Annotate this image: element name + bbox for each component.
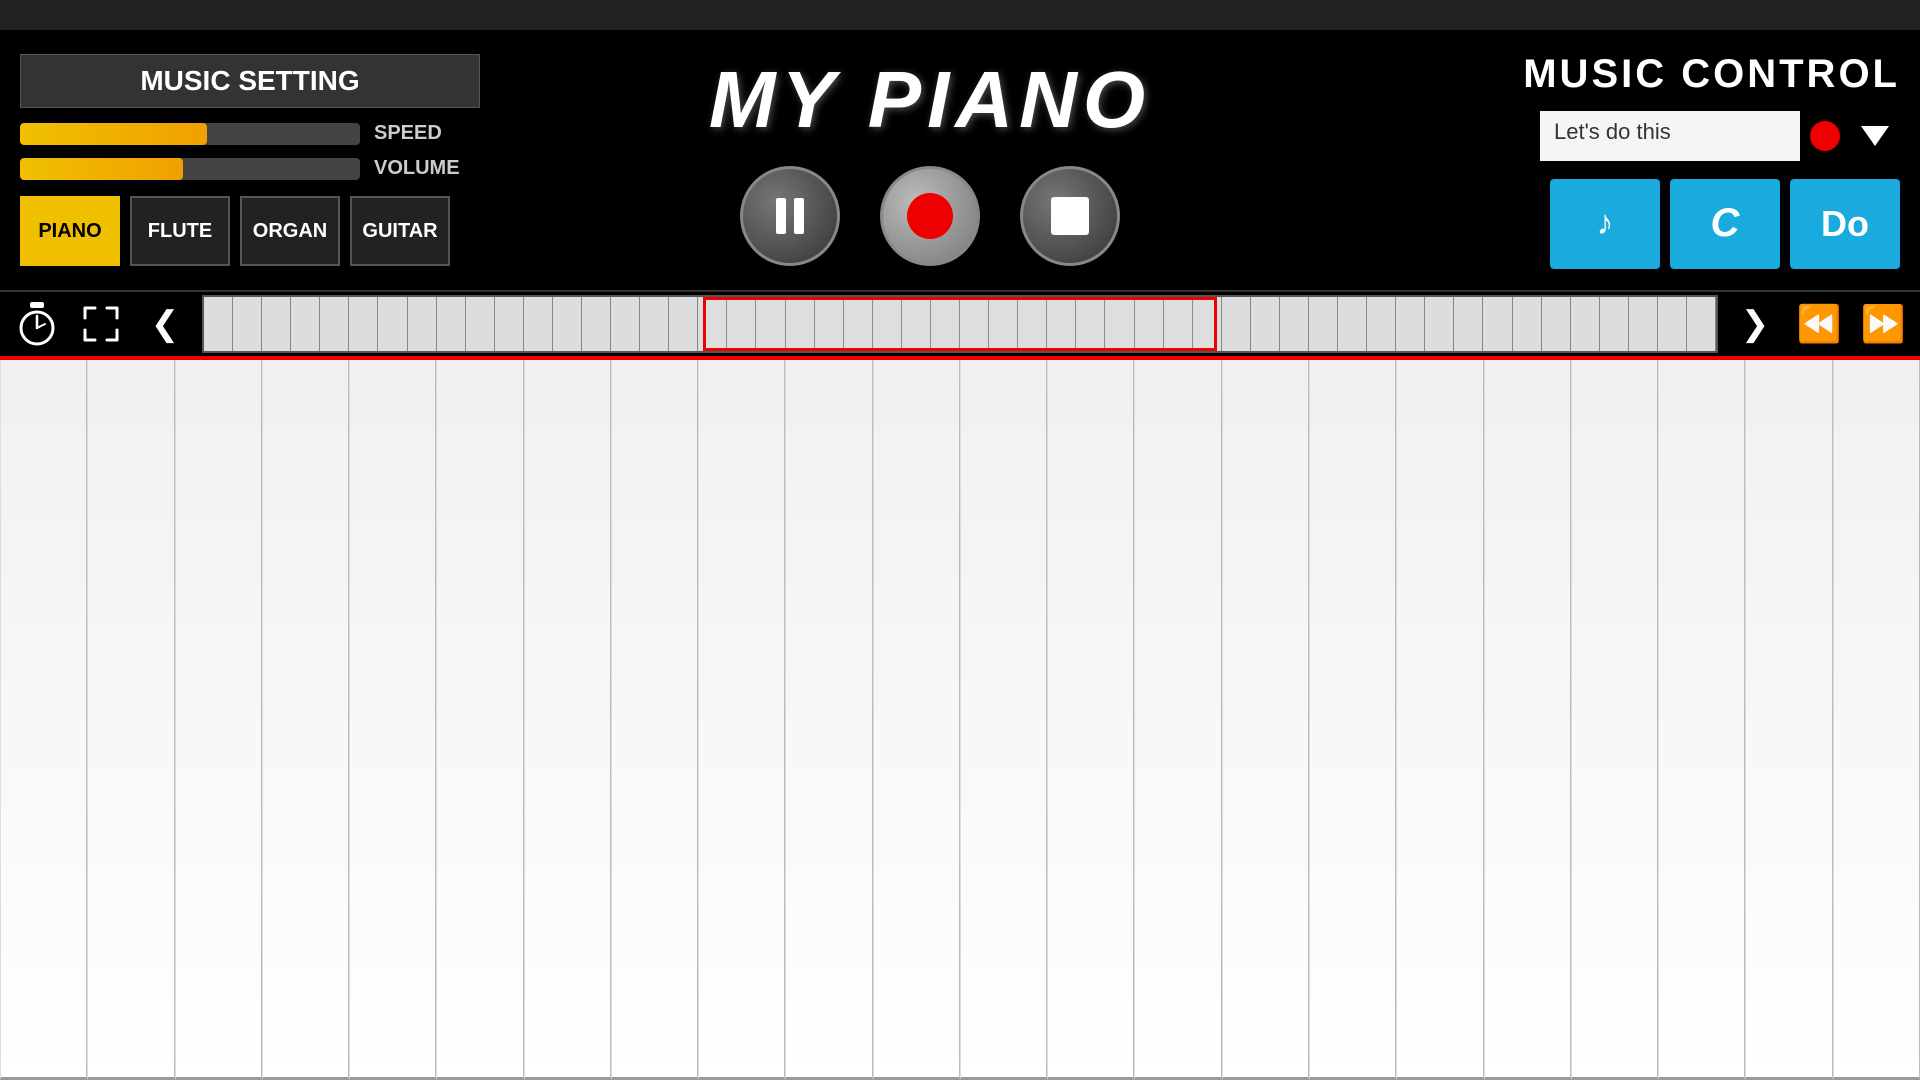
instrument-btn-organ[interactable]: ORGAN — [240, 196, 340, 266]
white-key-15[interactable] — [1309, 360, 1396, 1080]
next-key-button[interactable]: ❯ — [1728, 297, 1782, 351]
song-selector[interactable]: Let's do this — [1540, 111, 1800, 161]
white-key-13[interactable] — [1134, 360, 1221, 1080]
pause-bar-right — [794, 198, 804, 234]
instrument-btn-flute[interactable]: FLUTE — [130, 196, 230, 266]
instrument-buttons: PIANO FLUTE ORGAN GUITAR — [20, 196, 480, 266]
white-key-6[interactable] — [524, 360, 611, 1080]
white-key-8[interactable] — [698, 360, 785, 1080]
expand-icon — [81, 304, 121, 344]
mini-keyboard[interactable] — [202, 295, 1718, 353]
right-panel: MUSIC CONTROL Let's do this ♪ C Do — [1380, 52, 1900, 269]
stop-button[interactable] — [1020, 166, 1120, 266]
pause-icon — [776, 198, 804, 234]
white-key-4[interactable] — [349, 360, 436, 1080]
c-note-label: C — [1711, 201, 1740, 246]
timer-icon — [17, 302, 57, 346]
record-indicator — [1810, 121, 1840, 151]
c-note-button[interactable]: C — [1670, 179, 1780, 269]
volume-slider-track[interactable] — [20, 158, 360, 180]
chevron-down-button[interactable] — [1850, 111, 1900, 161]
music-note-button[interactable]: ♪ — [1550, 179, 1660, 269]
white-key-17[interactable] — [1484, 360, 1571, 1080]
white-key-1[interactable] — [87, 360, 174, 1080]
white-key-18[interactable] — [1571, 360, 1658, 1080]
speed-label: SPEED — [374, 122, 464, 145]
fast-forward-button[interactable]: ⏩ — [1856, 297, 1910, 351]
white-key-2[interactable] — [175, 360, 262, 1080]
do-note-label: Do — [1821, 203, 1869, 245]
white-key-16[interactable] — [1396, 360, 1483, 1080]
white-key-9[interactable] — [785, 360, 872, 1080]
white-key-21[interactable] — [1833, 360, 1920, 1080]
prev-key-button[interactable]: ❮ — [138, 297, 192, 351]
white-key-10[interactable] — [873, 360, 960, 1080]
music-note-icon: ♪ — [1597, 204, 1614, 243]
white-key-14[interactable] — [1222, 360, 1309, 1080]
music-control-label: MUSIC CONTROL — [1523, 52, 1900, 97]
left-panel: MUSIC SETTING SPEED VOLUME PIANO FLUTE O… — [20, 54, 480, 266]
top-bar — [0, 0, 1920, 30]
volume-slider-fill — [20, 158, 183, 180]
nav-bar: ❮ ❯ ⏪ ⏩ — [0, 290, 1920, 360]
record-button[interactable] — [880, 166, 980, 266]
expand-button[interactable] — [74, 297, 128, 351]
piano-area — [0, 360, 1920, 1080]
speed-slider-fill — [20, 123, 207, 145]
white-key-5[interactable] — [436, 360, 523, 1080]
white-key-7[interactable] — [611, 360, 698, 1080]
record-dot — [907, 193, 953, 239]
speed-slider-row: SPEED — [20, 122, 480, 145]
white-key-3[interactable] — [262, 360, 349, 1080]
white-key-20[interactable] — [1745, 360, 1832, 1080]
white-key-19[interactable] — [1658, 360, 1745, 1080]
music-control-row: Let's do this — [1380, 111, 1900, 161]
stop-square — [1051, 197, 1089, 235]
app-title: MY PIANO — [709, 54, 1151, 146]
volume-slider-row: VOLUME — [20, 157, 480, 180]
pause-button[interactable] — [740, 166, 840, 266]
rewind-button[interactable]: ⏪ — [1792, 297, 1846, 351]
instrument-btn-guitar[interactable]: GUITAR — [350, 196, 450, 266]
header: MUSIC SETTING SPEED VOLUME PIANO FLUTE O… — [0, 30, 1920, 290]
white-key-0[interactable] — [0, 360, 87, 1080]
music-setting-label: MUSIC SETTING — [20, 54, 480, 108]
white-key-11[interactable] — [960, 360, 1047, 1080]
white-key-12[interactable] — [1047, 360, 1134, 1080]
timer-button[interactable] — [10, 297, 64, 351]
center-panel: MY PIANO — [480, 54, 1380, 266]
speed-slider-track[interactable] — [20, 123, 360, 145]
playback-controls — [740, 166, 1120, 266]
do-note-button[interactable]: Do — [1790, 179, 1900, 269]
volume-label: VOLUME — [374, 157, 464, 180]
pause-bar-left — [776, 198, 786, 234]
action-buttons: ♪ C Do — [1550, 179, 1900, 269]
chevron-down-icon — [1861, 126, 1889, 146]
instrument-btn-piano[interactable]: PIANO — [20, 196, 120, 266]
